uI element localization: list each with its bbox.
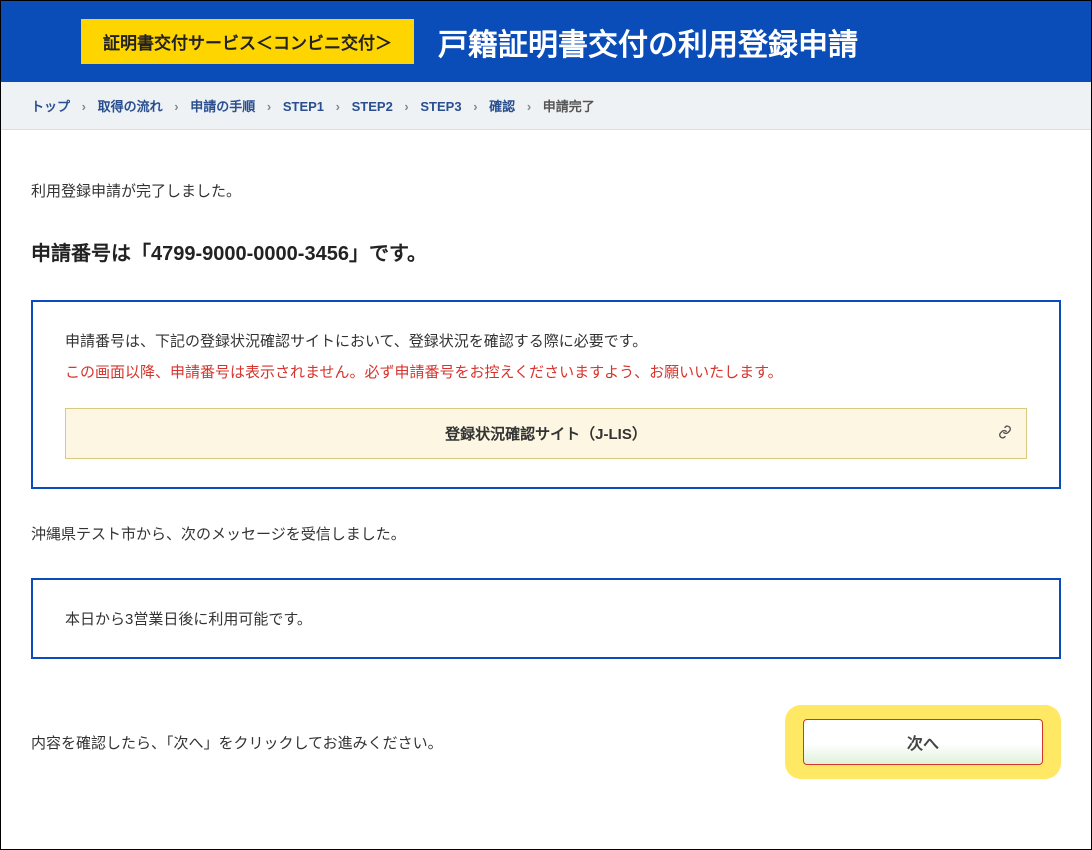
info-warning: この画面以降、申請番号は表示されません。必ず申請番号をお控えくださいますよう、お…	[65, 361, 1027, 382]
breadcrumb-item-flow[interactable]: 取得の流れ	[98, 99, 163, 114]
chevron-right-icon: ›	[473, 99, 477, 114]
chevron-right-icon: ›	[82, 99, 86, 114]
application-number: 申請番号は「4799-9000-0000-3456」です。	[31, 237, 1061, 266]
breadcrumb-item-top[interactable]: トップ	[31, 99, 70, 114]
main-content: 利用登録申請が完了しました。 申請番号は「4799-9000-0000-3456…	[1, 130, 1091, 809]
chevron-right-icon: ›	[336, 99, 340, 114]
next-button[interactable]: 次へ	[803, 719, 1043, 765]
status-check-link[interactable]: 登録状況確認サイト（J-LIS）	[65, 408, 1027, 459]
breadcrumb-item-step2[interactable]: STEP2	[352, 99, 393, 114]
breadcrumb-item-step1[interactable]: STEP1	[283, 99, 324, 114]
municipality-message-box: 本日から3営業日後に利用可能です。	[31, 578, 1061, 659]
breadcrumb-item-confirm[interactable]: 確認	[489, 99, 515, 114]
proceed-instruction: 内容を確認したら、「次へ」をクリックしてお進みください。	[31, 732, 443, 753]
breadcrumb: トップ › 取得の流れ › 申請の手順 › STEP1 › STEP2 › ST…	[1, 82, 1091, 130]
municipality-message-intro: 沖縄県テスト市から、次のメッセージを受信しました。	[31, 523, 1061, 544]
chevron-right-icon: ›	[174, 99, 178, 114]
chevron-right-icon: ›	[267, 99, 271, 114]
completion-message: 利用登録申請が完了しました。	[31, 180, 1061, 201]
next-button-highlight: 次へ	[785, 705, 1061, 779]
info-panel: 申請番号は、下記の登録状況確認サイトにおいて、登録状況を確認する際に必要です。 …	[31, 300, 1061, 489]
chevron-right-icon: ›	[527, 99, 531, 114]
service-badge: 証明書交付サービス＜コンビニ交付＞	[81, 19, 414, 64]
link-icon	[998, 425, 1012, 443]
chevron-right-icon: ›	[404, 99, 408, 114]
page-title: 戸籍証明書交付の利用登録申請	[438, 20, 858, 64]
breadcrumb-item-step3[interactable]: STEP3	[420, 99, 461, 114]
footer-row: 内容を確認したら、「次へ」をクリックしてお進みください。 次へ	[31, 705, 1061, 779]
info-note-1: 申請番号は、下記の登録状況確認サイトにおいて、登録状況を確認する際に必要です。	[65, 330, 1027, 351]
breadcrumb-item-steps[interactable]: 申請の手順	[190, 99, 255, 114]
status-check-link-label: 登録状況確認サイト（J-LIS）	[445, 426, 647, 443]
breadcrumb-item-complete: 申請完了	[543, 99, 595, 114]
municipality-message-body: 本日から3営業日後に利用可能です。	[65, 611, 312, 628]
page-header: 証明書交付サービス＜コンビニ交付＞ 戸籍証明書交付の利用登録申請	[1, 1, 1091, 82]
